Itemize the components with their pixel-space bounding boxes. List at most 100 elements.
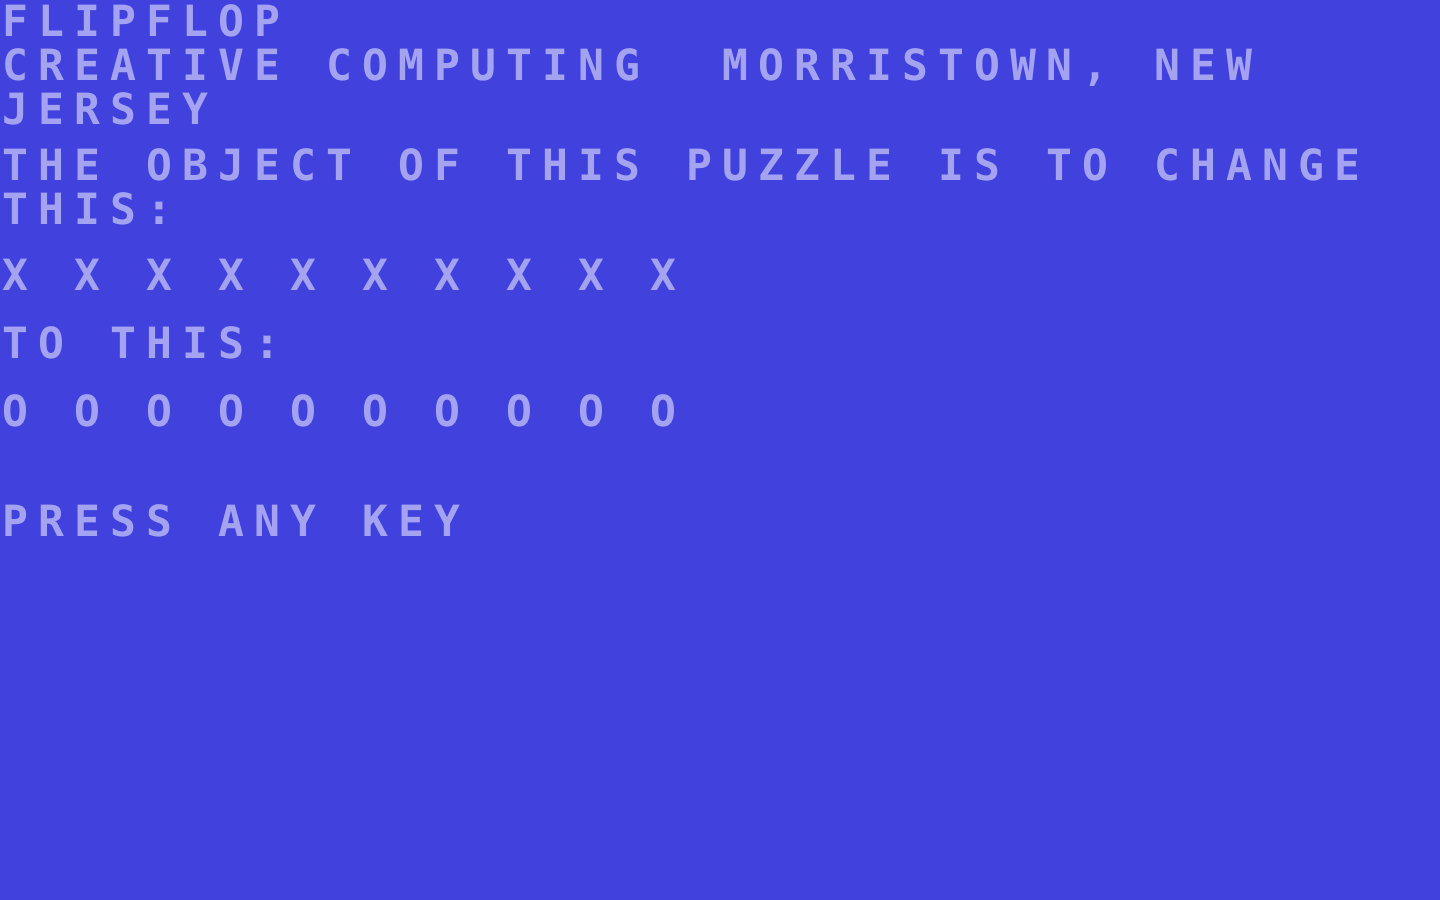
char-cell: I [182, 41, 208, 91]
char-cell: O [362, 41, 388, 91]
char-cell: U [470, 41, 496, 91]
char-cell: W [1010, 41, 1036, 91]
char-cell: : [254, 319, 280, 369]
char-cell [614, 254, 650, 298]
char-cell: Z [758, 141, 784, 191]
char-cell: R [794, 41, 820, 91]
char-cell [542, 390, 578, 434]
char-cell: O [146, 141, 172, 191]
char-cell: E [866, 141, 892, 191]
char-cell [74, 322, 110, 366]
char-cell: M [398, 41, 424, 91]
text-grid: FLIPFLOP CREATIVE COMPUTING MORRISTOWN, … [0, 0, 1440, 900]
char-cell: J [2, 85, 28, 135]
char-cell: F [434, 141, 460, 191]
char-cell: M [722, 41, 748, 91]
char-cell [1118, 144, 1154, 188]
char-cell: C [290, 141, 316, 191]
char-cell [1010, 144, 1046, 188]
char-cell: S [902, 41, 928, 91]
press-any-key-prompt[interactable]: PRESS ANY KEY [2, 500, 470, 544]
char-cell: E [74, 41, 100, 91]
char-cell: N [1262, 141, 1288, 191]
char-cell: P [254, 0, 280, 47]
char-cell: O [1082, 141, 1108, 191]
char-cell [326, 390, 362, 434]
char-cell [902, 144, 938, 188]
char-cell: S [218, 319, 244, 369]
char-cell: L [38, 0, 64, 47]
char-cell [398, 390, 434, 434]
char-cell: O [218, 387, 244, 437]
instructions-target-label: TO THIS: [2, 322, 290, 366]
char-cell: X [2, 251, 28, 301]
char-cell: H [542, 141, 568, 191]
char-cell: C [326, 41, 352, 91]
char-cell: X [650, 251, 676, 301]
char-cell: I [74, 0, 100, 47]
char-cell: F [146, 0, 172, 47]
char-cell [254, 390, 290, 434]
char-cell: N [1154, 41, 1180, 91]
char-cell: O [398, 141, 424, 191]
char-cell: S [110, 185, 136, 235]
char-cell: X [506, 251, 532, 301]
char-cell: R [830, 41, 856, 91]
char-cell: A [1226, 141, 1252, 191]
char-cell: T [2, 319, 28, 369]
char-cell: O [650, 387, 676, 437]
char-cell: O [74, 387, 100, 437]
char-cell [398, 254, 434, 298]
char-cell: X [362, 251, 388, 301]
char-cell: O [2, 387, 28, 437]
char-cell: O [38, 319, 64, 369]
char-cell: Y [290, 497, 316, 547]
char-cell: L [830, 141, 856, 191]
char-cell: T [2, 141, 28, 191]
char-cell: O [362, 387, 388, 437]
char-cell: E [254, 141, 280, 191]
char-cell: T [506, 141, 532, 191]
char-cell: E [38, 85, 64, 135]
char-cell: A [110, 41, 136, 91]
char-cell: N [254, 497, 280, 547]
char-cell: N [578, 41, 604, 91]
char-cell: C [1154, 141, 1180, 191]
char-cell: : [146, 185, 172, 235]
char-cell [110, 144, 146, 188]
char-cell: O [974, 41, 1000, 91]
char-cell: R [38, 497, 64, 547]
char-cell [362, 144, 398, 188]
char-cell: T [1046, 141, 1072, 191]
char-cell: H [38, 141, 64, 191]
publisher-line-continued: JERSEY [2, 88, 218, 132]
char-cell: X [74, 251, 100, 301]
char-cell [614, 390, 650, 434]
char-cell: T [110, 319, 136, 369]
char-cell [326, 500, 362, 544]
instructions-line-1: THE OBJECT OF THIS PUZZLE IS TO CHANGE [2, 144, 1370, 188]
char-cell [650, 44, 686, 88]
char-cell: X [578, 251, 604, 301]
instructions-start-label: THIS: [2, 188, 182, 232]
char-cell: R [38, 41, 64, 91]
char-cell: P [434, 41, 460, 91]
program-title-line: FLIPFLOP [2, 0, 290, 44]
char-cell: X [218, 251, 244, 301]
char-cell: O [758, 41, 784, 91]
char-cell: O [578, 387, 604, 437]
char-cell: E [1334, 141, 1360, 191]
char-cell: P [2, 497, 28, 547]
char-cell: R [74, 85, 100, 135]
char-cell [254, 254, 290, 298]
char-cell: K [362, 497, 388, 547]
char-cell: T [326, 141, 352, 191]
retro-terminal-screen[interactable]: FLIPFLOP CREATIVE COMPUTING MORRISTOWN, … [0, 0, 1440, 900]
char-cell [182, 500, 218, 544]
char-cell: S [146, 497, 172, 547]
char-cell: X [146, 251, 172, 301]
char-cell: T [2, 185, 28, 235]
target-state-row: O O O O O O O O O O [2, 390, 686, 434]
start-state-row: X X X X X X X X X X [2, 254, 686, 298]
char-cell [470, 390, 506, 434]
